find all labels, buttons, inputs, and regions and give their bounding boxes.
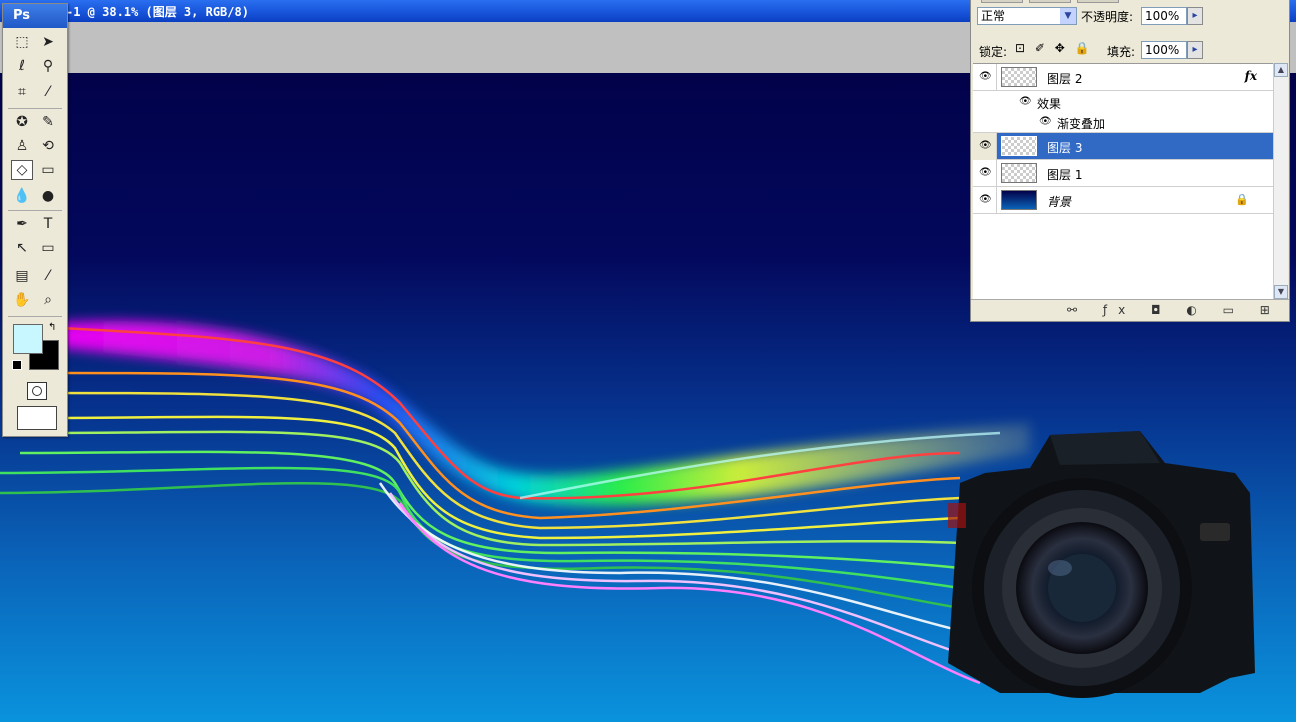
magic-wand-tool-icon[interactable]: ⚲: [37, 56, 59, 76]
layer-name: 图层 2: [1047, 72, 1083, 86]
lock-label: 锁定:: [979, 45, 1008, 59]
crop-tool-icon[interactable]: ⌗: [11, 82, 33, 102]
layer-actions-icons[interactable]: ⚯ ƒx ◘ ◐ ▭ ⊞ 🗑: [1067, 303, 1296, 317]
blend-mode-select[interactable]: 正常 ▼: [977, 7, 1077, 25]
visibility-cell: 👁: [973, 64, 997, 91]
swap-colors-icon[interactable]: ↰: [48, 322, 56, 333]
layer-row-layer2[interactable]: 👁 图层 2 fx: [973, 64, 1273, 91]
layer-name: 图层 1: [1047, 168, 1083, 182]
gradient-overlay-row[interactable]: 👁 渐变叠加: [973, 111, 1273, 133]
eye-icon[interactable]: 👁: [979, 167, 992, 178]
eraser-tool-icon[interactable]: ◇: [11, 160, 33, 180]
chevron-down-icon[interactable]: ▼: [1060, 8, 1076, 24]
fx-icon[interactable]: fx: [1245, 69, 1257, 83]
blend-mode-value: 正常: [981, 9, 1006, 23]
toolbar-divider: [8, 316, 62, 317]
opacity-label: 不透明度:: [1081, 10, 1134, 24]
fill-label: 填充:: [1107, 45, 1136, 59]
scroll-up-icon[interactable]: ▲: [1274, 63, 1288, 77]
hand-tool-icon[interactable]: ✋: [11, 290, 33, 310]
gradient-tool-icon[interactable]: ▭: [37, 160, 59, 180]
layers-scrollbar[interactable]: ▲ ▼: [1273, 63, 1288, 299]
tools-palette: Ps ⬚ ➤ ℓ ⚲ ⌗ ⁄ ✪ ✎ ♙ ⟲ ◇ ▭ 💧 ● ✒ T ↖ ▭ ▤ ⁄ ✋ ⌕ ↰: [2, 3, 68, 437]
foreground-color-swatch[interactable]: [13, 324, 43, 354]
layer-row-layer3[interactable]: 👁 图层 3: [973, 133, 1273, 160]
layer-thumbnail: [1001, 190, 1037, 210]
layers-panel: 正常 ▼ 不透明度: 100% ▸ 锁定: ⊡ ✐ ✥ 🔒 填充: 100% ▸…: [970, 0, 1296, 322]
lock-options-icons[interactable]: ⊡ ✐ ✥ 🔒: [1015, 41, 1093, 55]
quick-mask-icon[interactable]: [27, 382, 47, 400]
document-title: -1 @ 38.1% (图层 3, RGB/8): [66, 5, 249, 19]
toolbar-divider: [8, 210, 62, 211]
opacity-field[interactable]: 100%: [1141, 7, 1187, 25]
eyedropper-tool-icon[interactable]: ⁄: [37, 266, 59, 286]
clone-stamp-tool-icon[interactable]: ♙: [11, 136, 33, 156]
toolbar-divider: [8, 108, 62, 109]
fill-slider-button[interactable]: ▸: [1187, 41, 1203, 59]
brush-tool-icon[interactable]: ✎: [37, 112, 59, 132]
type-tool-icon[interactable]: T: [37, 214, 59, 234]
visibility-cell: 👁: [973, 187, 997, 214]
dodge-tool-icon[interactable]: ●: [37, 186, 59, 206]
effects-row[interactable]: 👁 效果: [973, 91, 1273, 113]
visibility-cell: 👁: [973, 133, 997, 160]
fill-field[interactable]: 100%: [1141, 41, 1187, 59]
photoshop-logo[interactable]: Ps: [3, 4, 67, 28]
effect-name: 渐变叠加: [1057, 117, 1106, 131]
layer-row-layer1[interactable]: 👁 图层 1: [973, 160, 1273, 187]
lock-icon: 🔒: [1235, 193, 1249, 206]
layer-name: 背景: [1047, 195, 1072, 209]
layer-row-background[interactable]: 👁 背景 🔒: [973, 187, 1273, 214]
light-streaks: [0, 326, 1001, 685]
zoom-tool-icon[interactable]: ⌕: [37, 290, 59, 310]
eye-icon[interactable]: 👁: [1039, 116, 1052, 127]
blur-tool-icon[interactable]: 💧: [11, 186, 33, 206]
layer-thumbnail: [1001, 163, 1037, 183]
notes-tool-icon[interactable]: ▤: [11, 266, 33, 286]
visibility-cell: 👁: [973, 160, 997, 187]
healing-brush-tool-icon[interactable]: ✪: [11, 112, 33, 132]
screen-mode-icon[interactable]: [17, 406, 57, 430]
blend-row: 正常 ▼ 不透明度: 100% ▸: [971, 1, 1289, 27]
eye-icon[interactable]: 👁: [979, 194, 992, 205]
shape-tool-icon[interactable]: ▭: [37, 238, 59, 258]
scroll-down-icon[interactable]: ▼: [1274, 285, 1288, 299]
opacity-slider-button[interactable]: ▸: [1187, 7, 1203, 25]
move-tool-icon[interactable]: ➤: [37, 32, 59, 52]
path-selection-tool-icon[interactable]: ↖: [11, 238, 33, 258]
slice-tool-icon[interactable]: ⁄: [37, 82, 59, 102]
effects-label: 效果: [1037, 97, 1062, 111]
layer-name: 图层 3: [1047, 141, 1083, 155]
layers-footer: ⚯ ƒx ◘ ◐ ▭ ⊞ 🗑: [971, 299, 1296, 322]
pen-tool-icon[interactable]: ✒: [11, 214, 33, 234]
eye-icon[interactable]: 👁: [979, 71, 992, 82]
eye-icon[interactable]: 👁: [1019, 96, 1032, 107]
default-colors-icon[interactable]: [12, 360, 22, 370]
lasso-tool-icon[interactable]: ℓ: [11, 56, 33, 76]
rainbow-ribbon: [60, 321, 1030, 506]
layer-thumbnail: [1001, 67, 1037, 87]
eye-icon[interactable]: 👁: [979, 140, 992, 151]
layer-thumbnail: [1001, 136, 1037, 156]
layers-list: 👁 图层 2 fx 👁 效果 👁 渐变叠加 👁 图层 3 👁 图层 1 👁 背景…: [973, 63, 1273, 300]
marquee-tool-icon[interactable]: ⬚: [11, 32, 33, 52]
camera-image: [948, 431, 1255, 698]
history-brush-tool-icon[interactable]: ⟲: [37, 136, 59, 156]
